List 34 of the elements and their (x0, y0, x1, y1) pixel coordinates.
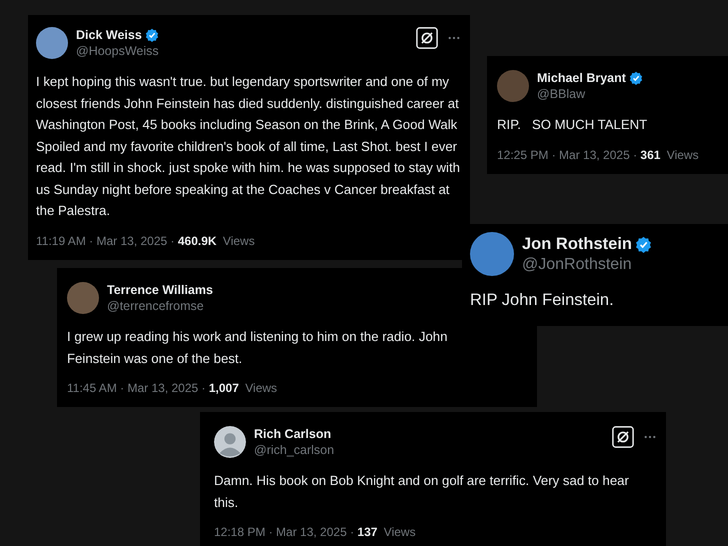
timestamp: 12:25 PM · Mar 13, 2025 · (497, 148, 638, 162)
timestamp: 12:18 PM · Mar 13, 2025 · (214, 525, 356, 539)
user-name: Rich Carlson (254, 427, 332, 441)
timestamp: 11:45 AM · Mar 13, 2025 · (67, 381, 207, 395)
avatar (67, 282, 99, 314)
more-icon[interactable] (448, 36, 460, 40)
user-name: Jon Rothstein (522, 234, 632, 254)
views-label: Views (245, 381, 278, 395)
user-handle: @JonRothstein (522, 256, 632, 274)
views-label: Views (384, 525, 416, 539)
user-name: Dick Weiss (76, 28, 142, 42)
user-name: Michael Bryant (537, 71, 626, 85)
avatar (470, 232, 514, 276)
view-count: 1,007 (208, 381, 239, 395)
timestamp: 11:19 AM · Mar 13, 2025 · (36, 234, 176, 248)
tweet-text: I kept hoping this wasn't true. but legendary sportswriter and one of my closest friends John Feinstein has died suddenly. distinguished career at Washington Post, 45 books including Season on the Brink, A Good Walk Spoiled and my favorite children's book of all time, Last Shot. best I ever read. I'm still in shock. just spoke with him. he was supposed to stay with us Sunday night before speaking at the Coaches v Cancer breakfast at the Palestra. (36, 73, 460, 220)
view-count: 460.9K (178, 234, 217, 248)
tweet-text: RIP John Feinstein. (470, 290, 615, 311)
avatar (36, 27, 68, 59)
views-label: Views (222, 234, 255, 248)
more-icon[interactable] (644, 435, 656, 439)
tweet-text: I grew up reading his work and listening to him on the radio. John Feinstein was one of the best. (67, 328, 448, 368)
user-handle: @HoopsWeiss (76, 44, 159, 58)
user-handle: @rich_carlson (254, 443, 334, 457)
view-count: 361 (640, 148, 660, 162)
user-name: Terrence Williams (107, 283, 213, 297)
tweet-text: Damn. His book on Bob Knight and on golf are terrific. Very sad to hear this. (214, 472, 630, 512)
views-label: Views (666, 148, 699, 162)
view-count: 137 (357, 525, 378, 539)
avatar (497, 70, 529, 102)
avatar (214, 426, 246, 458)
user-handle: @terrencefromse (107, 299, 204, 313)
tweet-text: RIP. SO MUCH TALENT (497, 116, 648, 134)
user-handle: @BBlaw (537, 87, 586, 101)
